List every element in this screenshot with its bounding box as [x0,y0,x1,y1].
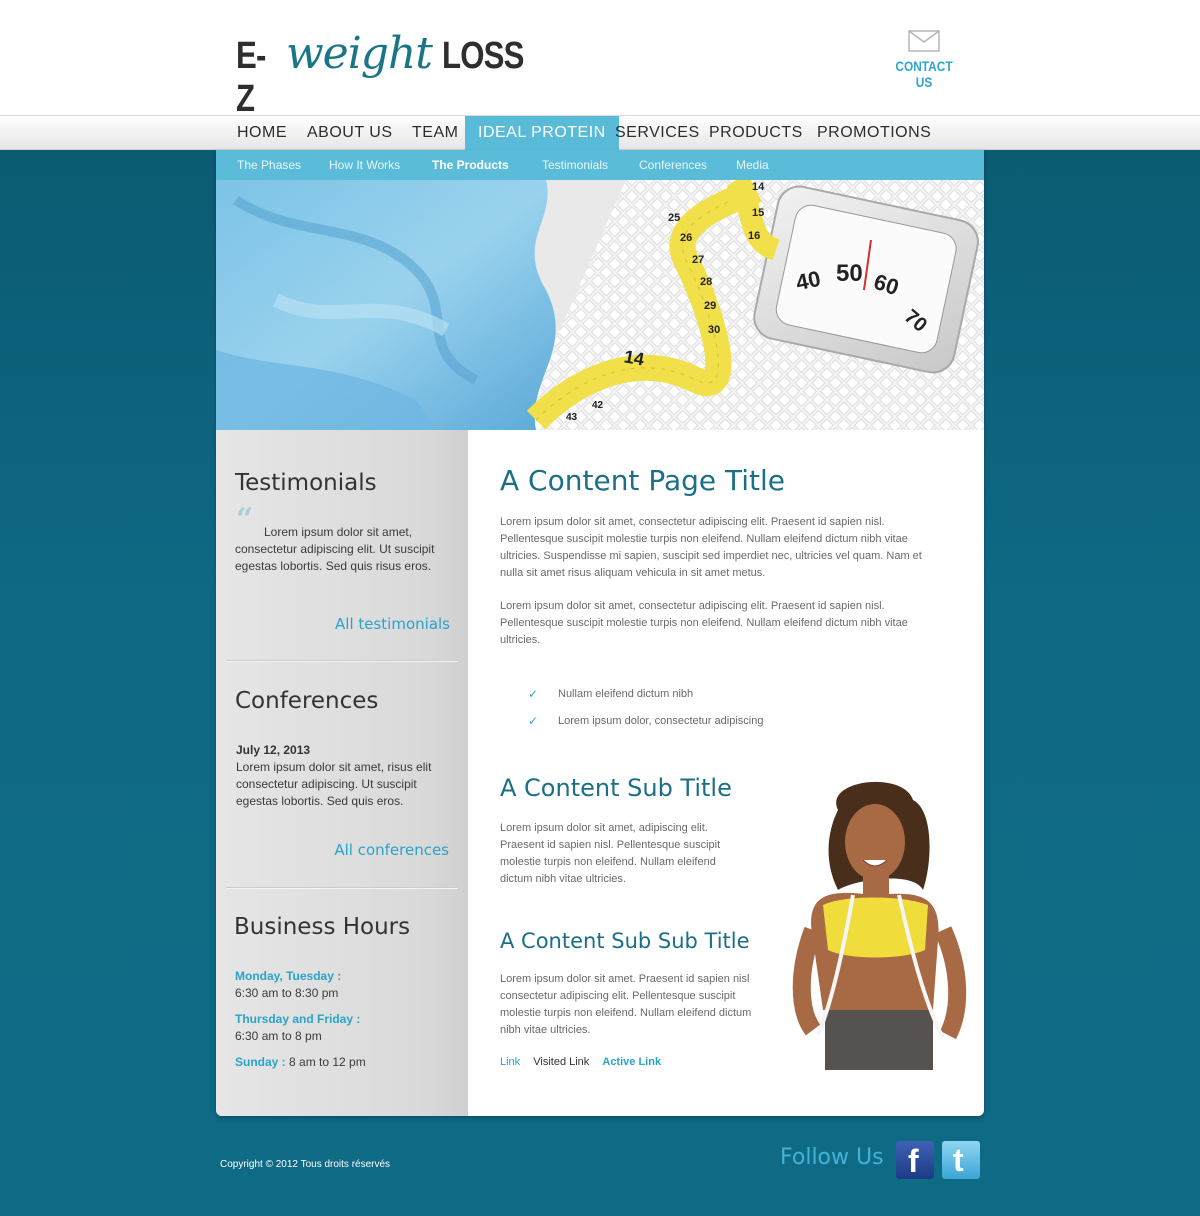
link-samples: Link Visited Link Active Link [500,1056,671,1068]
sub-nav: The Phases How It Works The Products Tes… [216,150,984,180]
sample-visited-link[interactable]: Visited Link [533,1056,589,1068]
subnav-item-the-products[interactable]: The Products [432,150,509,180]
testimonials-heading: Testimonials [235,470,377,496]
content-paragraph-3: Lorem ipsum dolor sit amet, adipiscing e… [500,822,721,885]
business-hours-heading: Business Hours [234,914,411,940]
header: E-Z weight LOSS CONTACT US [0,0,1200,120]
tape-number-15: 15 [752,207,765,219]
hours-sunday: Sunday : 8 am to 12 pm [235,1054,366,1071]
content-subsubtitle: A Content Sub Sub Title [500,929,750,953]
facebook-icon[interactable]: f [896,1141,934,1179]
hours-time-thu-fri: 6:30 am to 8 pm [235,1029,322,1043]
tape-number-29: 29 [704,300,717,312]
nav-item-products[interactable]: PRODUCTS [696,116,816,150]
all-testimonials-link[interactable]: All testimonials [235,615,450,633]
subnav-item-how-it-works[interactable]: How It Works [329,150,400,180]
sidebar-divider [226,887,458,889]
copyright: Copyright © 2012 Tous droits réservés [220,1159,391,1170]
tape-number-28: 28 [700,276,713,288]
checklist-item-label: Nullam eleifend dictum nibh [558,687,694,700]
tape-number-30: 30 [708,324,721,336]
scale-number-40: 40 [793,265,823,296]
hours-label-mon-tue: Monday, Tuesday : [235,969,342,983]
content-paragraph-4: Lorem ipsum dolor sit amet. Praesent id … [500,973,752,1036]
nav-item-team[interactable]: TEAM [399,116,471,150]
tape-number-14: 14 [752,181,765,193]
sidebar: Testimonials “ Lorem ipsum dolor sit ame… [216,430,468,1116]
checklist: ✓ Nullam eleifend dictum nibh ✓ Lorem ipsu… [528,680,763,734]
hours-label-thu-fri: Thursday and Friday : [235,1012,361,1026]
main-content: A Content Page Title Lorem ipsum dolor s… [468,430,984,1116]
main-nav: HOME ABOUT US TEAM IDEAL PROTEIN SERVICE… [0,115,1200,150]
tape-number-42: 42 [592,400,604,411]
checklist-item: ✓ Nullam eleifend dictum nibh [528,680,763,707]
page-title: A Content Page Title [500,464,786,497]
hours-time-mon-tue: 6:30 am to 8:30 pm [235,986,339,1000]
tape-number-26: 26 [680,232,693,244]
nav-item-home[interactable]: HOME [224,116,300,150]
testimonial-text: Lorem ipsum dolor sit amet, consectetur … [235,525,435,573]
conference-date: July 12, 2013 [236,743,311,757]
subnav-item-conferences[interactable]: Conferences [639,150,707,180]
page-container: The Phases How It Works The Products Tes… [216,150,984,1116]
tape-number-43: 43 [566,412,578,423]
content-paragraph-1: Lorem ipsum dolor sit amet, consectetur … [500,516,922,579]
woman-photo [783,780,983,1070]
subnav-item-media[interactable]: Media [736,150,769,180]
logo-part-ez: E-Z [236,35,266,120]
contact-us-label: CONTACT US [895,58,953,90]
scale-number-50: 50 [836,260,863,287]
checklist-item-label: Lorem ipsum dolor, consectetur adipiscin… [558,714,764,727]
subnav-item-the-phases[interactable]: The Phases [237,150,301,180]
nav-item-promotions[interactable]: PROMOTIONS [804,116,944,150]
tape-number-14b: 14 [622,346,646,370]
hours-time-sunday: 8 am to 12 pm [285,1055,366,1069]
nav-item-ideal-protein[interactable]: IDEAL PROTEIN [465,116,619,150]
tape-number-25: 25 [668,212,681,224]
check-icon: ✓ [528,686,539,701]
content-paragraph-2: Lorem ipsum dolor sit amet, consectetur … [500,600,908,646]
envelope-icon [908,30,940,52]
logo[interactable]: E-Z weight LOSS [236,28,541,120]
hours-label-sunday: Sunday : [235,1055,286,1069]
sample-active-link[interactable]: Active Link [602,1056,661,1068]
sidebar-divider [226,660,458,662]
subnav-item-testimonials[interactable]: Testimonials [542,150,608,180]
checklist-item: ✓ Lorem ipsum dolor, consectetur adipisci… [528,707,763,734]
tape-number-27: 27 [692,254,705,266]
twitter-icon[interactable]: t [942,1141,980,1179]
conference-text: Lorem ipsum dolor sit amet, risus elit c… [236,760,432,808]
contact-us-link[interactable]: CONTACT US [888,30,960,90]
hero-image: 40 50 60 70 14 15 16 25 26 27 28 29 30 1… [216,180,984,430]
check-icon: ✓ [528,713,539,728]
sample-link[interactable]: Link [500,1056,520,1068]
logo-part-weight: weight [286,28,433,79]
logo-part-loss: LOSS [441,35,524,77]
follow-us-label: Follow Us [780,1145,884,1170]
content-subtitle: A Content Sub Title [500,774,732,802]
tape-number-16: 16 [748,230,761,242]
all-conferences-link[interactable]: All conferences [235,841,449,859]
conferences-heading: Conferences [235,688,379,714]
nav-item-about-us[interactable]: ABOUT US [294,116,406,150]
